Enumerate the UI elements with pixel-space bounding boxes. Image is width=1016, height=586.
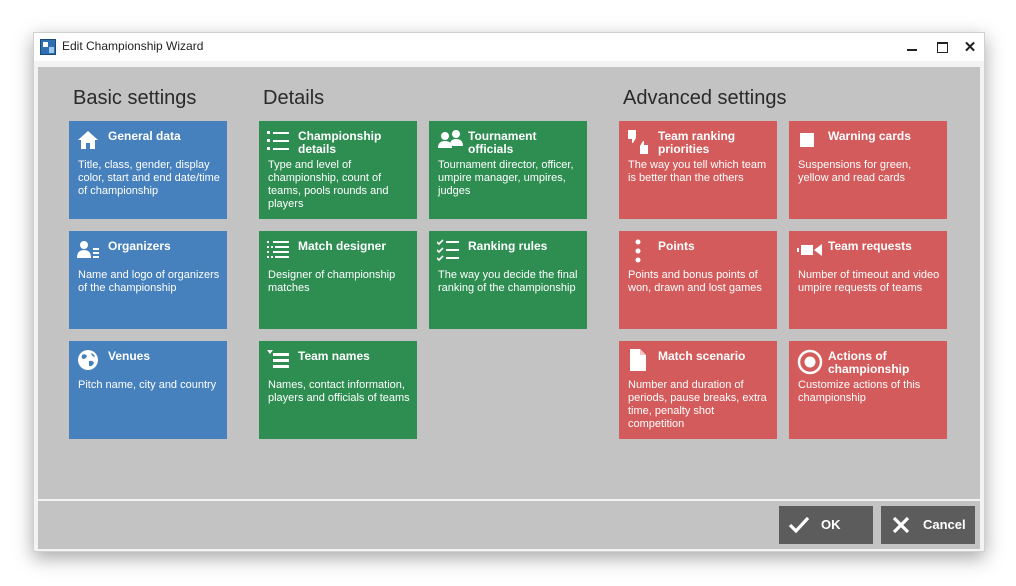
tile-team-ranking-priorities[interactable]: Team ranking priorities The way you tell…	[619, 121, 777, 219]
tile-title: Team requests	[828, 239, 912, 253]
maximize-button[interactable]	[927, 33, 957, 61]
checkmark-icon	[789, 516, 809, 534]
tile-title: Match scenario	[658, 349, 746, 363]
tile-description: The way you tell which team is better th…	[628, 159, 767, 184]
tile-warning-cards[interactable]: Warning cards Suspensions for green, yel…	[789, 121, 947, 219]
minimize-icon	[907, 49, 917, 51]
tile-championship-details[interactable]: Championship details Type and level of c…	[259, 121, 417, 219]
tile-title: Team ranking priorities	[658, 129, 736, 156]
tile-title: Team names	[298, 349, 370, 363]
cross-icon	[892, 516, 910, 534]
cancel-label: Cancel	[923, 517, 966, 532]
tile-description: Number and duration of periods, pause br…	[628, 379, 767, 430]
app-icon	[40, 39, 56, 55]
card-icon	[800, 133, 814, 147]
section-title-advanced: Advanced settings	[623, 87, 787, 109]
sort-list-icon	[267, 350, 289, 368]
tile-match-scenario[interactable]: Match scenario Number and duration of pe…	[619, 341, 777, 439]
tile-description: Pitch name, city and country	[78, 379, 217, 391]
people-icon	[438, 130, 463, 148]
close-icon: ✕	[963, 38, 977, 56]
bullet-list-icon	[267, 131, 289, 150]
person-list-icon	[77, 241, 99, 258]
tile-description: Title, class, gender, display color, sta…	[78, 159, 220, 197]
globe-icon	[78, 350, 98, 370]
ok-label: OK	[821, 517, 841, 532]
checklist-icon	[437, 239, 459, 261]
minimize-button[interactable]	[897, 33, 927, 61]
section-title-details: Details	[263, 87, 325, 109]
tile-title: General data	[108, 129, 181, 143]
tile-description: Points and bonus points of won, drawn an…	[628, 269, 762, 294]
tile-organizers[interactable]: Organizers Name and logo of organizers o…	[69, 231, 227, 329]
tile-venues[interactable]: Venues Pitch name, city and country	[69, 341, 227, 439]
tile-title: Championship details	[298, 129, 382, 156]
tile-description: Suspensions for green, yellow and read c…	[798, 159, 912, 184]
tile-title: Actions of championship	[828, 349, 910, 376]
wizard-window: Edit Championship Wizard ✕ Basic setting…	[33, 32, 985, 552]
radio-target-icon	[797, 349, 823, 375]
ok-button[interactable]: OK	[779, 506, 873, 544]
tile-actions-of-championship[interactable]: Actions of championship Customize action…	[789, 341, 947, 439]
tile-description: Number of timeout and video umpire reque…	[798, 269, 940, 294]
tile-description: Type and level of championship, count of…	[268, 159, 389, 210]
settings-panel: Basic settings Details Advanced settings…	[38, 67, 980, 499]
tile-title: Match designer	[298, 239, 387, 253]
thumbs-icon	[628, 130, 648, 154]
window-title: Edit Championship Wizard	[62, 39, 204, 53]
house-icon	[78, 131, 98, 149]
tile-description: The way you decide the final ranking of …	[438, 269, 578, 294]
tile-general-data[interactable]: General data Title, class, gender, displ…	[69, 121, 227, 219]
tile-ranking-rules[interactable]: Ranking rules The way you decide the fin…	[429, 231, 587, 329]
tile-description: Names, contact information, players and …	[268, 379, 410, 404]
tile-tournament-officials[interactable]: Tournament officials Tournament director…	[429, 121, 587, 219]
tile-description: Tournament director, officer, umpire man…	[438, 159, 574, 197]
tile-team-requests[interactable]: Team requests Number of timeout and vide…	[789, 231, 947, 329]
title-bar[interactable]: Edit Championship Wizard ✕	[34, 33, 984, 61]
close-button[interactable]: ✕	[955, 33, 985, 61]
tile-title: Tournament officials	[468, 129, 537, 156]
section-title-basic: Basic settings	[73, 87, 197, 109]
tile-description: Customize actions of this championship	[798, 379, 921, 404]
tile-points[interactable]: Points Points and bonus points of won, d…	[619, 231, 777, 329]
tile-title: Points	[658, 239, 695, 253]
tile-title: Ranking rules	[468, 239, 548, 253]
vertical-dots-icon	[635, 239, 641, 263]
tile-match-designer[interactable]: Match designer Designer of championship …	[259, 231, 417, 329]
document-icon	[630, 349, 646, 371]
tile-description: Name and logo of organizers of the champ…	[78, 269, 220, 294]
cancel-button[interactable]: Cancel	[881, 506, 975, 544]
tile-title: Warning cards	[828, 129, 911, 143]
tile-title: Organizers	[108, 239, 171, 253]
tile-description: Designer of championship matches	[268, 269, 396, 294]
tile-team-names[interactable]: Team names Names, contact information, p…	[259, 341, 417, 439]
maximize-icon	[936, 41, 948, 53]
button-bar: OK Cancel	[38, 501, 980, 549]
tile-title: Venues	[108, 349, 151, 363]
video-camera-icon	[797, 244, 822, 256]
dotted-list-icon	[267, 241, 289, 258]
